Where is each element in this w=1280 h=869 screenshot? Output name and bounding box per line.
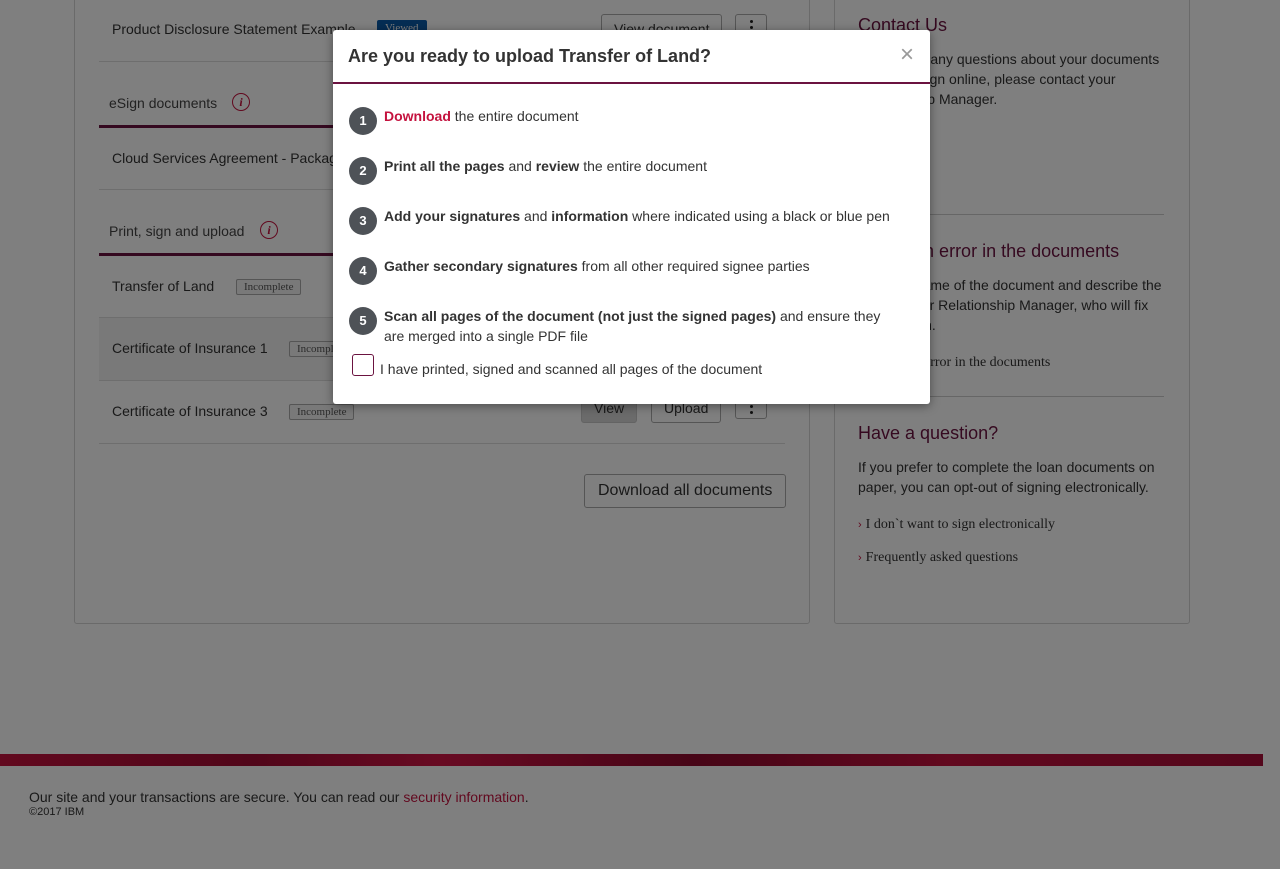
step-text-part: from all other required signee parties <box>577 258 810 274</box>
upload-confirmation-dialog: Are you ready to upload Transfer of Land… <box>333 30 930 404</box>
download-link[interactable]: Download <box>384 108 451 124</box>
step-text: Print all the pages and review the entir… <box>384 156 904 176</box>
step-text-part: the entire document <box>450 108 579 124</box>
step-text-bold: review <box>535 158 580 174</box>
checkbox-label[interactable]: I have printed, signed and scanned all p… <box>380 361 762 377</box>
step-text: Add your signatures and information wher… <box>384 206 904 226</box>
step-text-part: and <box>504 158 536 174</box>
step-text-part: where indicated using a black or blue pe… <box>628 208 890 224</box>
step-text-part: and <box>520 208 552 224</box>
step-text: Gather secondary signatures from all oth… <box>384 256 904 276</box>
confirmation-checkbox[interactable] <box>352 354 374 376</box>
dialog-title: Are you ready to upload Transfer of Land… <box>348 46 712 66</box>
step-number: 3 <box>349 207 377 235</box>
step-text-bold: Print all the pages <box>384 158 505 174</box>
step-text-bold: Gather secondary signatures <box>384 258 578 274</box>
step-text: Download the entire document <box>384 106 904 126</box>
step-text-part: the entire document <box>579 158 707 174</box>
step-number: 1 <box>349 107 377 135</box>
step-number: 4 <box>349 257 377 285</box>
step-text-bold: Add your signatures <box>384 208 521 224</box>
step-text: Scan all pages of the document (not just… <box>384 306 904 346</box>
title-divider <box>333 82 930 84</box>
step-number: 5 <box>349 307 377 335</box>
step-number: 2 <box>349 157 377 185</box>
step-text-bold: Scan all pages of the document (not just… <box>384 308 777 324</box>
close-icon[interactable]: × <box>900 43 914 67</box>
step-text-bold: information <box>551 208 629 224</box>
